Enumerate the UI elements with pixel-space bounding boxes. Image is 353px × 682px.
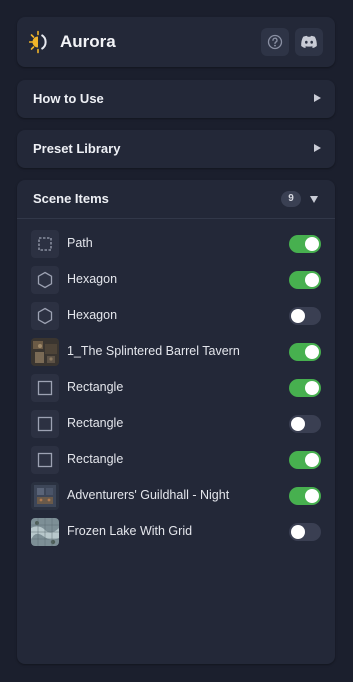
map-thumbnail-tavern — [31, 338, 59, 366]
visibility-toggle[interactable] — [289, 379, 321, 397]
toggle-knob — [305, 345, 319, 359]
toggle-knob — [305, 237, 319, 251]
sun-moon-logo-icon — [29, 30, 47, 54]
section-title: Scene Items — [33, 191, 109, 206]
visibility-toggle[interactable] — [289, 487, 321, 505]
scene-item-name: Adventurers' Guildhall - Night — [67, 488, 230, 502]
scene-item-row[interactable]: Hexagon — [17, 298, 335, 334]
scene-item-name: Hexagon — [67, 272, 118, 286]
visibility-toggle[interactable] — [289, 523, 321, 541]
path-icon — [31, 230, 59, 258]
rectangle-icon — [31, 374, 59, 402]
scene-item-name: Path — [67, 236, 93, 250]
help-button[interactable] — [261, 28, 289, 56]
scene-item-row[interactable]: Hexagon — [17, 262, 335, 298]
chevron-right-icon — [314, 94, 321, 102]
hexagon-icon — [31, 302, 59, 330]
section-title: Preset Library — [33, 141, 121, 156]
scene-item-row[interactable]: Adventurers' Guildhall - Night — [17, 478, 335, 514]
scene-item-row[interactable]: Path — [17, 226, 335, 262]
scene-items-section: Scene Items 9 Path Hexagon Hexagon 1_The… — [17, 180, 335, 664]
chevron-right-icon — [314, 144, 321, 152]
rectangle-icon — [31, 446, 59, 474]
visibility-toggle[interactable] — [289, 307, 321, 325]
toggle-knob — [305, 273, 319, 287]
toggle-knob — [291, 309, 305, 323]
toggle-knob — [305, 381, 319, 395]
chevron-down-icon — [310, 196, 318, 203]
map-thumbnail-guildhall — [31, 482, 59, 510]
visibility-toggle[interactable] — [289, 415, 321, 433]
toggle-knob — [291, 525, 305, 539]
section-title: How to Use — [33, 91, 104, 106]
scene-item-name: Rectangle — [67, 380, 124, 394]
visibility-toggle[interactable] — [289, 451, 321, 469]
item-count-badge: 9 — [281, 191, 301, 207]
discord-button[interactable] — [295, 28, 323, 56]
visibility-toggle[interactable] — [289, 271, 321, 289]
scene-item-row[interactable]: Rectangle — [17, 442, 335, 478]
visibility-toggle[interactable] — [289, 343, 321, 361]
scene-item-name: Rectangle — [67, 452, 124, 466]
scene-item-row[interactable]: Frozen Lake With Grid — [17, 514, 335, 550]
scene-item-name: Hexagon — [67, 308, 118, 322]
scene-item-row[interactable]: 1_The Splintered Barrel Tavern — [17, 334, 335, 370]
hexagon-icon — [31, 266, 59, 294]
scene-item-name: Frozen Lake With Grid — [67, 524, 193, 538]
help-circle-icon — [267, 34, 283, 50]
toggle-knob — [305, 489, 319, 503]
toggle-knob — [291, 417, 305, 431]
how-to-use-section[interactable]: How to Use — [17, 80, 335, 118]
preset-library-section[interactable]: Preset Library — [17, 130, 335, 168]
visibility-toggle[interactable] — [289, 235, 321, 253]
scene-items-header[interactable]: Scene Items 9 — [17, 180, 335, 219]
scene-item-row[interactable]: Rectangle — [17, 406, 335, 442]
scene-item-name: 1_The Splintered Barrel Tavern — [67, 344, 240, 358]
discord-icon — [301, 35, 317, 48]
scene-item-name: Rectangle — [67, 416, 124, 430]
map-thumbnail-frozen-lake — [31, 518, 59, 546]
rectangle-icon — [31, 410, 59, 438]
scene-item-row[interactable]: Rectangle — [17, 370, 335, 406]
toggle-knob — [305, 453, 319, 467]
header-panel: Aurora — [17, 17, 335, 67]
app-title: Aurora — [60, 32, 116, 51]
